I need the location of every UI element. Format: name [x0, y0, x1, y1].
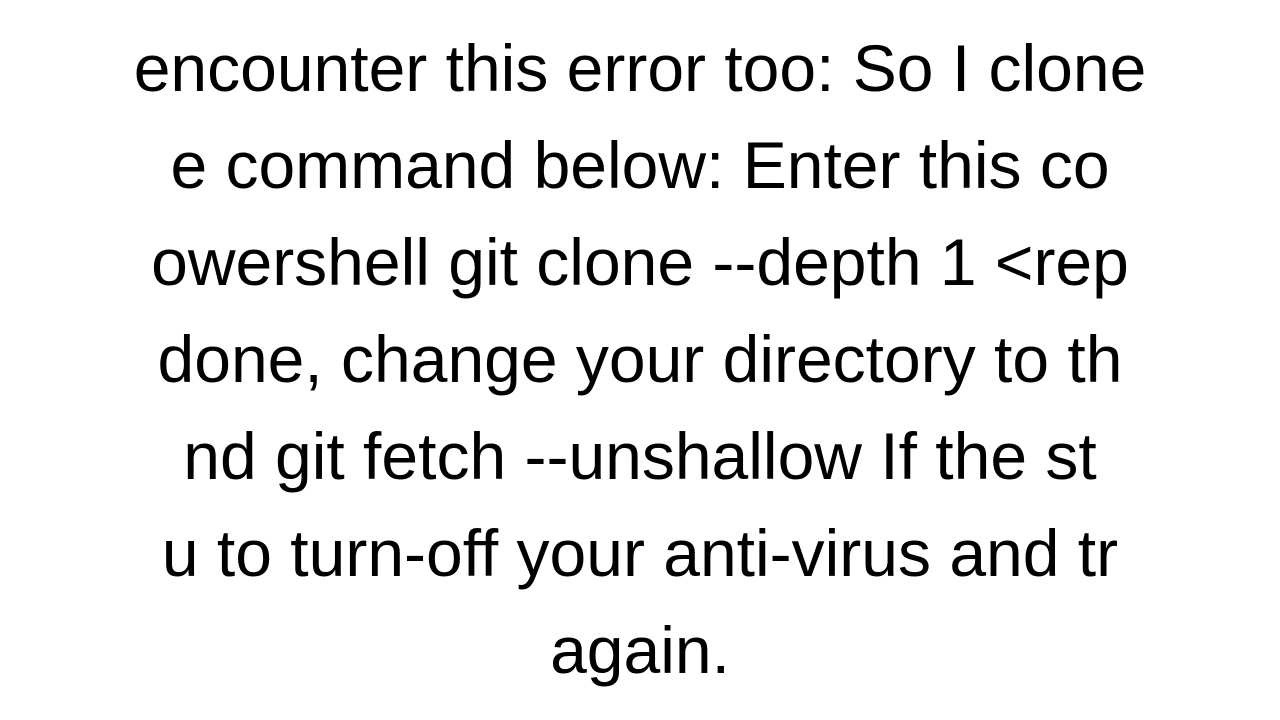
document-body-text: encounter this error too: So I clonee co…	[0, 20, 1280, 699]
